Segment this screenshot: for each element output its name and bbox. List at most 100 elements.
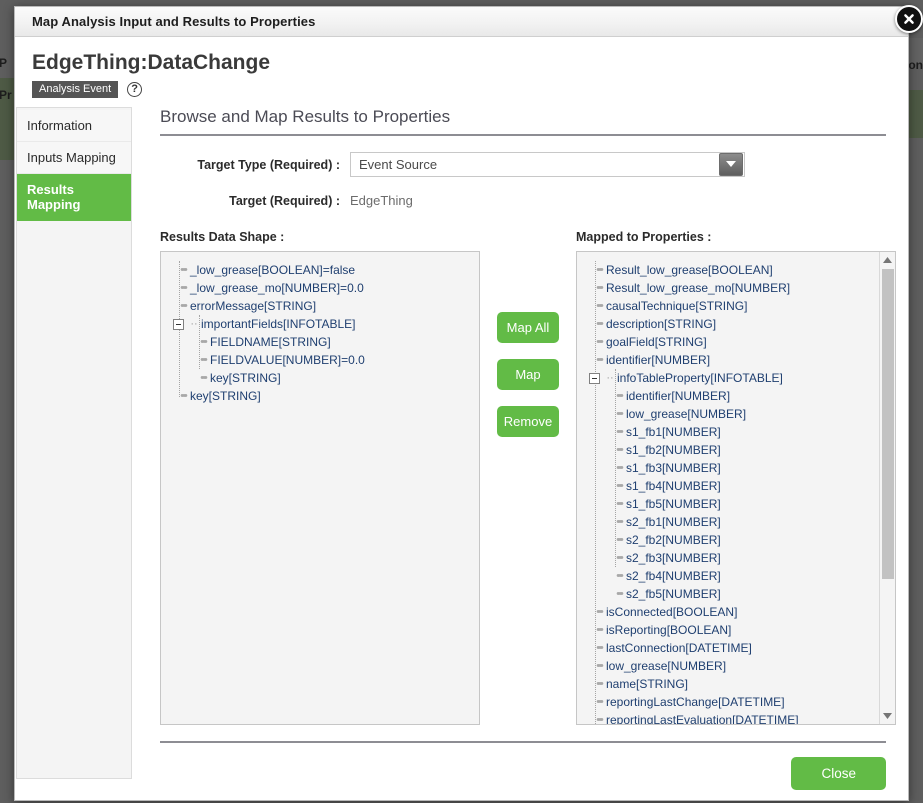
- tree-node[interactable]: •••name[STRING]: [577, 675, 895, 693]
- tree-node[interactable]: ··infoTableProperty[INFOTABLE]: [577, 369, 895, 387]
- target-type-select[interactable]: Event Source: [350, 152, 745, 177]
- tree-node[interactable]: •••goalField[STRING]: [577, 333, 895, 351]
- tree-node[interactable]: •••s1_fb3[NUMBER]: [577, 459, 895, 477]
- results-data-shape-tree[interactable]: •••_low_grease[BOOLEAN]=false•••_low_gre…: [160, 251, 480, 725]
- tree-guide-icon: •••: [196, 373, 210, 384]
- tree-node[interactable]: •••key[STRING]: [161, 387, 479, 405]
- tree-node[interactable]: •••s2_fb1[NUMBER]: [577, 513, 895, 531]
- tree-node[interactable]: •••lastConnection[DATETIME]: [577, 639, 895, 657]
- tree-node[interactable]: •••FIELDNAME[STRING]: [161, 333, 479, 351]
- tree-node[interactable]: •••Result_low_grease_mo[NUMBER]: [577, 279, 895, 297]
- chevron-down-icon[interactable]: [719, 153, 743, 176]
- remove-button[interactable]: Remove: [497, 406, 559, 437]
- sidebar-item-results-mapping[interactable]: Results Mapping: [17, 174, 131, 221]
- target-row: Target (Required) : EdgeThing: [160, 193, 908, 208]
- vertical-scrollbar[interactable]: [879, 252, 895, 724]
- tree-node-label: low_grease[NUMBER]: [626, 407, 746, 421]
- footer-actions: Close: [160, 743, 886, 790]
- dialog-footer: Close: [160, 741, 886, 790]
- tree-node-label: low_grease[NUMBER]: [606, 659, 726, 673]
- tree-node[interactable]: •••identifier[NUMBER]: [577, 387, 895, 405]
- header-meta-row: Analysis Event ?: [32, 81, 908, 98]
- tree-node[interactable]: ··importantFields[INFOTABLE]: [161, 315, 479, 333]
- sidebar-item-inputs-mapping[interactable]: Inputs Mapping: [17, 142, 131, 174]
- tree-node[interactable]: •••identifier[NUMBER]: [577, 351, 895, 369]
- dialog-body: Information Inputs Mapping Results Mappi…: [15, 107, 908, 794]
- map-all-button[interactable]: Map All: [497, 312, 559, 343]
- tree-node-label: s1_fb2[NUMBER]: [626, 443, 721, 457]
- tree-node[interactable]: •••description[STRING]: [577, 315, 895, 333]
- tree-node-label: key[STRING]: [210, 371, 281, 385]
- tree-guide-icon: •••: [612, 589, 626, 600]
- backdrop-label-left-bottom: Pr: [0, 88, 12, 102]
- tree-collapse-icon[interactable]: [173, 319, 184, 330]
- tree-node-label: _low_grease_mo[NUMBER]=0.0: [190, 281, 364, 295]
- tree-node[interactable]: •••low_grease[NUMBER]: [577, 657, 895, 675]
- tree-node-label: key[STRING]: [190, 389, 261, 403]
- tree-node[interactable]: •••_low_grease[BOOLEAN]=false: [161, 261, 479, 279]
- tree-node-label: s2_fb1[NUMBER]: [626, 515, 721, 529]
- tree-node-label: s2_fb5[NUMBER]: [626, 587, 721, 601]
- tree-node[interactable]: •••_low_grease_mo[NUMBER]=0.0: [161, 279, 479, 297]
- tree-node[interactable]: •••reportingLastChange[DATETIME]: [577, 693, 895, 711]
- tree-node-label: goalField[STRING]: [606, 335, 707, 349]
- tree-node-label: isReporting[BOOLEAN]: [606, 623, 731, 637]
- tree-node-label: s1_fb4[NUMBER]: [626, 479, 721, 493]
- sidebar: Information Inputs Mapping Results Mappi…: [16, 107, 132, 779]
- tree-node-label: infoTableProperty[INFOTABLE]: [617, 371, 783, 385]
- close-button[interactable]: Close: [791, 757, 886, 790]
- tree-node-label: identifier[NUMBER]: [626, 389, 730, 403]
- status-badge: Analysis Event: [32, 81, 118, 98]
- tree-node[interactable]: •••FIELDVALUE[NUMBER]=0.0: [161, 351, 479, 369]
- target-value: EdgeThing: [350, 193, 413, 208]
- results-data-shape-label: Results Data Shape :: [160, 230, 480, 244]
- tree-node[interactable]: •••s1_fb2[NUMBER]: [577, 441, 895, 459]
- tree-node[interactable]: •••s1_fb1[NUMBER]: [577, 423, 895, 441]
- tree-node-list: •••Result_low_grease[BOOLEAN]•••Result_l…: [577, 252, 895, 725]
- tree-node[interactable]: •••key[STRING]: [161, 369, 479, 387]
- tree-node-label: s2_fb2[NUMBER]: [626, 533, 721, 547]
- tree-node[interactable]: •••errorMessage[STRING]: [161, 297, 479, 315]
- tree-node-label: FIELDVALUE[NUMBER]=0.0: [210, 353, 365, 367]
- tree-node[interactable]: •••s1_fb4[NUMBER]: [577, 477, 895, 495]
- mapped-to-properties-label: Mapped to Properties :: [576, 230, 896, 244]
- tree-node-label: Result_low_grease[BOOLEAN]: [606, 263, 773, 277]
- tree-node-label: lastConnection[DATETIME]: [606, 641, 752, 655]
- tree-node[interactable]: •••isConnected[BOOLEAN]: [577, 603, 895, 621]
- tree-node[interactable]: •••s2_fb4[NUMBER]: [577, 567, 895, 585]
- sidebar-item-information[interactable]: Information: [17, 110, 131, 142]
- tree-node-label: description[STRING]: [606, 317, 716, 331]
- tree-guide-line: [595, 261, 596, 725]
- tree-node-label: s1_fb5[NUMBER]: [626, 497, 721, 511]
- tree-node-label: s1_fb1[NUMBER]: [626, 425, 721, 439]
- caret-up-icon[interactable]: [880, 252, 895, 268]
- tree-guide-line: [615, 369, 616, 567]
- tree-guide-icon: •••: [612, 571, 626, 582]
- dialog-titlebar: Map Analysis Input and Results to Proper…: [15, 7, 908, 37]
- map-button[interactable]: Map: [497, 359, 559, 390]
- tree-node-label: reportingLastEvaluation[DATETIME]: [606, 713, 799, 725]
- tree-node-label: FIELDNAME[STRING]: [210, 335, 331, 349]
- tree-node-label: _low_grease[BOOLEAN]=false: [190, 263, 355, 277]
- tree-node-label: errorMessage[STRING]: [190, 299, 316, 313]
- tree-node[interactable]: •••low_grease[NUMBER]: [577, 405, 895, 423]
- caret-down-icon[interactable]: [880, 708, 895, 724]
- target-type-row: Target Type (Required) : Event Source: [160, 152, 908, 177]
- tree-node[interactable]: •••s2_fb5[NUMBER]: [577, 585, 895, 603]
- tree-node[interactable]: •••reportingLastEvaluation[DATETIME]: [577, 711, 895, 725]
- help-icon[interactable]: ?: [127, 82, 142, 97]
- mapped-properties-tree[interactable]: •••Result_low_grease[BOOLEAN]•••Result_l…: [576, 251, 896, 725]
- tree-node-label: Result_low_grease_mo[NUMBER]: [606, 281, 790, 295]
- scrollbar-thumb[interactable]: [882, 269, 894, 579]
- tree-collapse-icon[interactable]: [589, 373, 600, 384]
- tree-node[interactable]: •••s1_fb5[NUMBER]: [577, 495, 895, 513]
- dialog-title: Map Analysis Input and Results to Proper…: [32, 14, 315, 29]
- tree-node[interactable]: •••s2_fb3[NUMBER]: [577, 549, 895, 567]
- tree-node[interactable]: •••Result_low_grease[BOOLEAN]: [577, 261, 895, 279]
- tree-node[interactable]: •••s2_fb2[NUMBER]: [577, 531, 895, 549]
- close-circle-icon[interactable]: [895, 5, 923, 33]
- tree-node[interactable]: •••isReporting[BOOLEAN]: [577, 621, 895, 639]
- main-content: Browse and Map Results to Properties Tar…: [132, 107, 908, 794]
- target-label: Target (Required) :: [160, 194, 350, 208]
- tree-node[interactable]: •••causalTechnique[STRING]: [577, 297, 895, 315]
